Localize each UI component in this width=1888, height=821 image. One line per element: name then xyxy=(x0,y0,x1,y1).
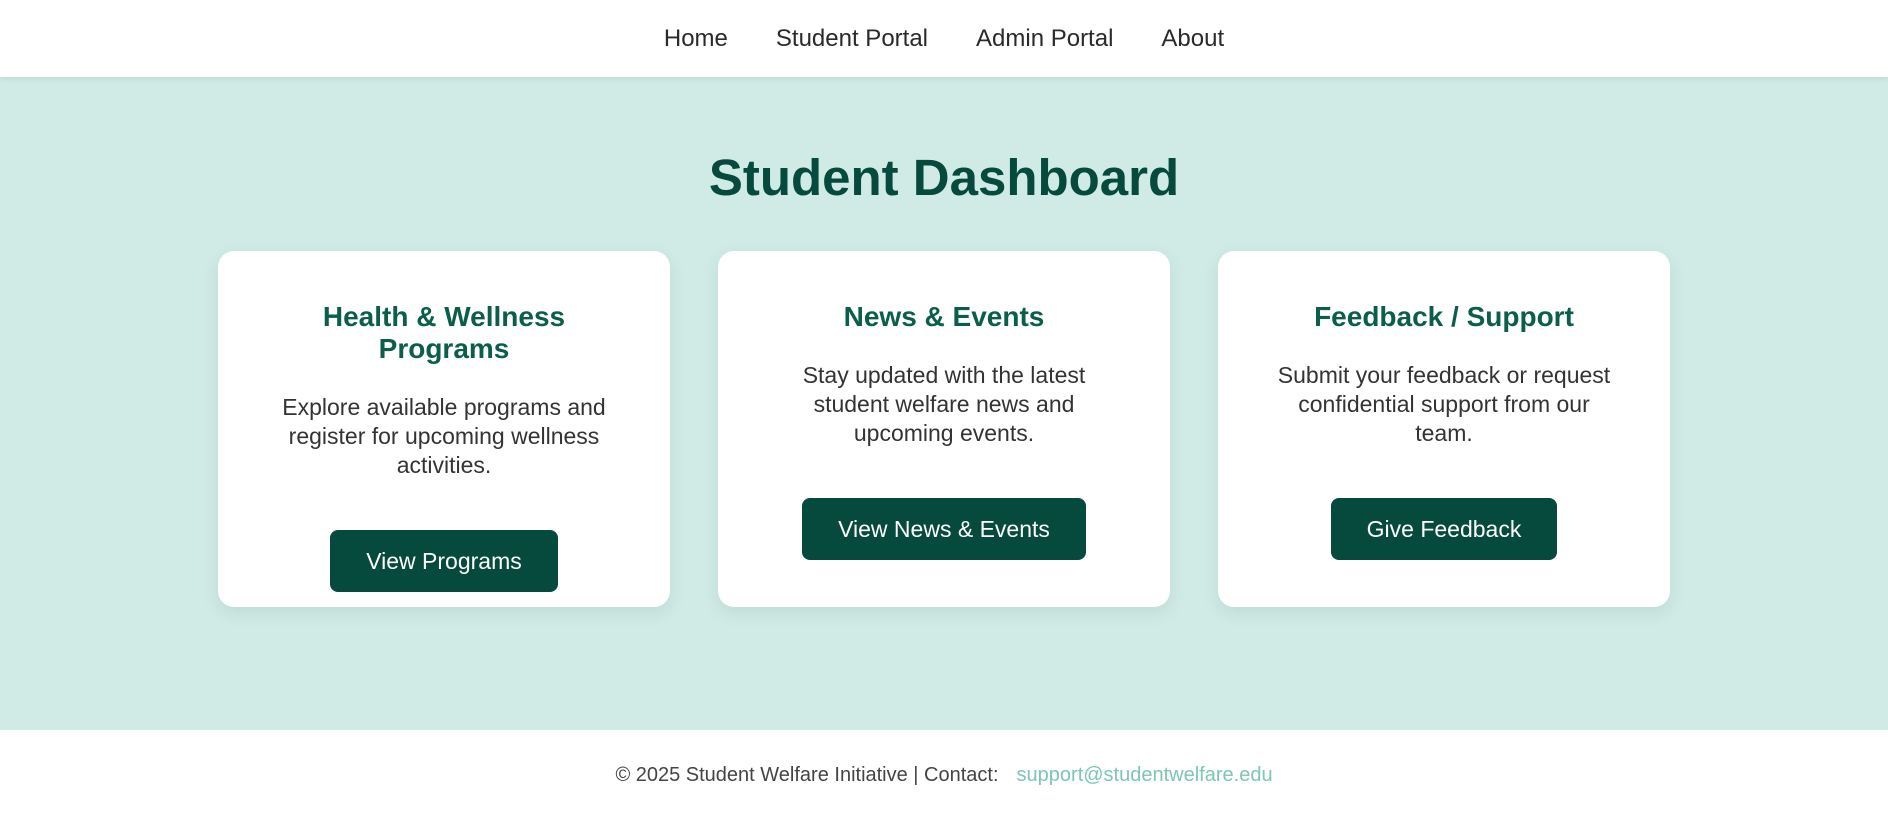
page-title: Student Dashboard xyxy=(708,149,1180,206)
card-description: Stay updated with the latest student wel… xyxy=(802,362,1086,447)
footer-copyright: © 2025 Student Welfare Initiative | Cont… xyxy=(615,764,999,786)
card-title: News & Events xyxy=(843,301,1045,333)
card-title: Health & Wellness Programs xyxy=(322,301,566,365)
nav-student-portal[interactable]: Student Portal xyxy=(776,25,928,53)
card-grid: Health & Wellness Programs Explore avail… xyxy=(0,251,1888,608)
card-description: Submit your feedback or request confiden… xyxy=(1277,362,1611,447)
give-feedback-button[interactable]: Give Feedback xyxy=(1330,498,1558,561)
card-title: Feedback / Support xyxy=(1314,301,1574,333)
card-news-events: News & Events Stay updated with the late… xyxy=(718,251,1170,608)
card-health-wellness: Health & Wellness Programs Explore avail… xyxy=(218,251,670,608)
card-feedback-support: Feedback / Support Submit your feedback … xyxy=(1218,251,1670,608)
dashboard-main: Student Dashboard Health & Wellness Prog… xyxy=(0,77,1888,730)
footer-email-link[interactable]: support@studentwelfare.edu xyxy=(1017,764,1273,787)
card-description: Explore available programs and register … xyxy=(282,394,606,479)
footer: © 2025 Student Welfare Initiative | Cont… xyxy=(0,730,1888,821)
nav-about[interactable]: About xyxy=(1161,25,1224,53)
nav-admin-portal[interactable]: Admin Portal xyxy=(976,25,1113,53)
view-programs-button[interactable]: View Programs xyxy=(330,530,558,593)
nav-home[interactable]: Home xyxy=(664,25,728,53)
top-nav: Home Student Portal Admin Portal About xyxy=(0,0,1888,77)
view-news-events-button[interactable]: View News & Events xyxy=(802,498,1086,561)
